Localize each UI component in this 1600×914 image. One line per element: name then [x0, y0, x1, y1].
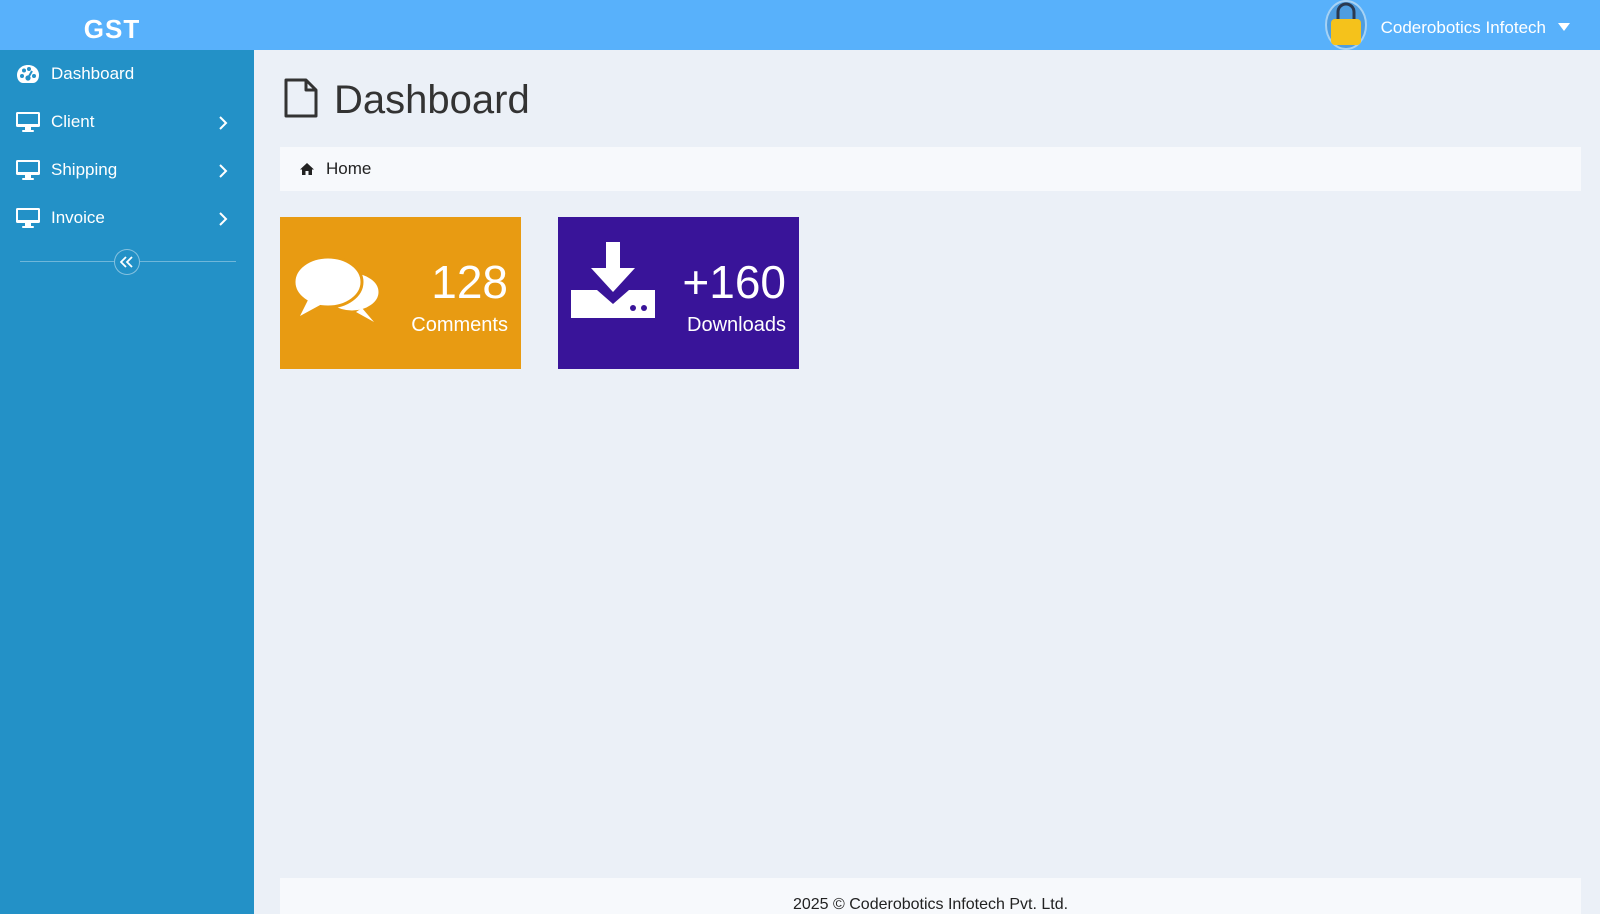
stat-tile-downloads[interactable]: +160 Downloads — [558, 217, 799, 369]
lock-avatar-icon — [1324, 0, 1367, 50]
sidebar-collapse-button[interactable] — [114, 249, 140, 275]
user-name[interactable]: Coderobotics Infotech — [1381, 18, 1546, 38]
monitor-icon — [15, 207, 41, 229]
stat-tile-comments[interactable]: 128 Comments — [280, 217, 521, 369]
sidebar: Dashboard Client Shipping Invoice — [0, 50, 254, 914]
comments-label: Comments — [411, 314, 508, 336]
chevron-right-icon — [218, 211, 228, 231]
palette-icon — [15, 63, 41, 85]
download-icon — [571, 242, 655, 325]
sidebar-item-label: Dashboard — [51, 64, 135, 83]
breadcrumb: Home — [280, 147, 1581, 191]
file-icon — [284, 78, 318, 123]
caret-down-icon[interactable] — [1558, 23, 1570, 31]
monitor-icon — [15, 111, 41, 133]
downloads-count: +160 — [682, 256, 786, 308]
user-menu[interactable]: Coderobotics Infotech — [1324, 0, 1570, 50]
chevron-right-icon — [218, 163, 228, 183]
monitor-icon — [15, 159, 41, 181]
downloads-label: Downloads — [687, 314, 786, 336]
chevron-right-icon — [218, 115, 228, 135]
home-icon[interactable] — [299, 162, 315, 176]
sidebar-item-shipping[interactable]: Shipping — [0, 146, 254, 194]
sidebar-item-dashboard[interactable]: Dashboard — [0, 50, 254, 98]
footer: 2025 © Coderobotics Infotech Pvt. Ltd. — [280, 878, 1581, 914]
sidebar-item-label: Shipping — [51, 160, 118, 179]
double-chevron-left-icon — [120, 256, 133, 268]
page-header: Dashboard — [284, 78, 530, 123]
sidebar-item-label: Invoice — [51, 208, 105, 227]
sidebar-item-client[interactable]: Client — [0, 98, 254, 146]
footer-text: 2025 © Coderobotics Infotech Pvt. Ltd. — [792, 896, 1069, 913]
page-title: Dashboard — [334, 78, 530, 122]
avatar[interactable] — [1324, 0, 1367, 50]
comments-count: 128 — [431, 256, 508, 308]
comments-icon — [292, 252, 384, 333]
sidebar-item-label: Client — [51, 112, 95, 131]
main-content: Dashboard Home 128 Comments +160 Downloa… — [254, 50, 1600, 914]
brand-logo[interactable]: GST — [0, 0, 224, 50]
top-bar: GST Coderobotics Infotech — [0, 0, 1600, 50]
breadcrumb-home[interactable]: Home — [326, 159, 371, 179]
sidebar-item-invoice[interactable]: Invoice — [0, 194, 254, 242]
